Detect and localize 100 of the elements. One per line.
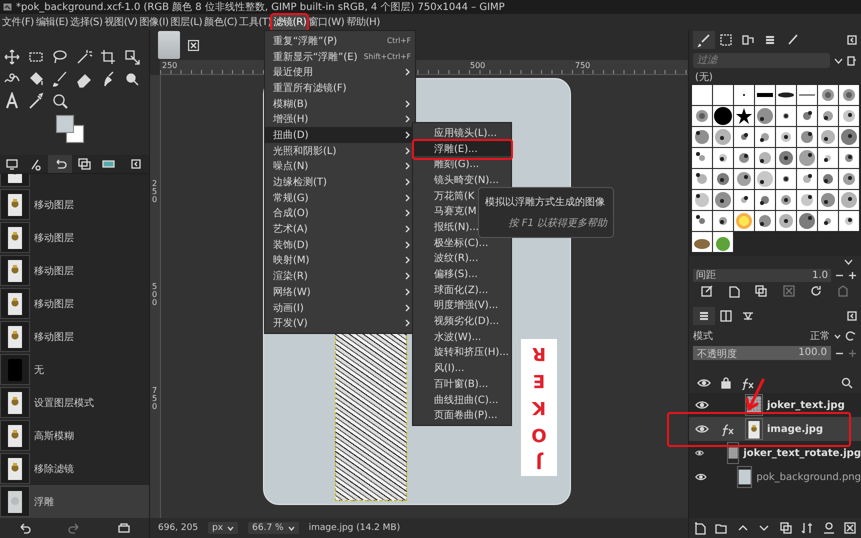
history-item[interactable]: 浮雕 [0, 485, 149, 518]
brush-preview[interactable] [713, 169, 733, 189]
mask-icon[interactable] [822, 521, 836, 535]
brush-preview[interactable] [755, 148, 775, 168]
brush-preview[interactable] [776, 211, 796, 231]
brush-preview[interactable] [839, 148, 859, 168]
brush-preview[interactable] [818, 211, 838, 231]
brush-preview[interactable] [755, 85, 775, 105]
menu-item[interactable]: 模糊(B) [265, 96, 415, 112]
tab-menu-icon[interactable] [847, 35, 857, 45]
menu-item[interactable]: 帮助(H) [345, 14, 381, 30]
menu-item[interactable]: 渲染(R) [265, 268, 415, 284]
menu-item[interactable]: 选择(S) [69, 14, 104, 30]
brush-preview[interactable] [755, 190, 775, 210]
brush-preview[interactable] [839, 169, 859, 189]
brush-preview[interactable] [839, 85, 859, 105]
brush-preview[interactable] [692, 106, 712, 126]
history-item[interactable]: 无 [0, 353, 149, 386]
brush-preview[interactable] [692, 211, 712, 231]
dock-tab[interactable] [48, 155, 72, 173]
brush-preview[interactable] [734, 127, 754, 147]
lasso-icon[interactable] [51, 48, 69, 66]
brush-preview[interactable] [797, 169, 817, 189]
tag-icon[interactable] [847, 54, 857, 66]
menu-item[interactable]: 风(I)... [413, 360, 511, 376]
menu-item[interactable]: 极坐标(C)... [413, 234, 511, 250]
menu-item[interactable]: 文件(F) [1, 14, 35, 30]
menu-item[interactable]: 增强(H) [265, 111, 415, 128]
menu-item[interactable]: 动画(I) [265, 300, 415, 316]
brush-preview[interactable] [755, 127, 775, 147]
duplicate-icon[interactable] [754, 284, 768, 298]
brush-preview[interactable] [818, 169, 838, 189]
new-brush-icon[interactable] [726, 284, 741, 298]
brush-preview[interactable] [797, 85, 817, 105]
brush-preview[interactable] [839, 127, 859, 147]
spacing-field[interactable]: 间距 1.0 [693, 268, 831, 282]
history-item[interactable]: 移动图层 [0, 188, 149, 221]
brush-preview[interactable] [818, 190, 838, 210]
brush-preview[interactable] [692, 127, 712, 147]
filter-field[interactable]: 过滤 [693, 53, 830, 68]
zoom-dropdown[interactable]: 66.7 % [248, 522, 299, 534]
move-tool-icon[interactable] [3, 48, 21, 66]
menu-item[interactable]: 重置所有滤镜(F) [265, 80, 415, 96]
unit-dropdown[interactable]: px [208, 522, 238, 534]
open-as-image-icon[interactable] [836, 284, 850, 298]
history-item[interactable]: 高斯模糊 [0, 419, 149, 452]
transform-icon[interactable] [123, 48, 141, 66]
brush-preview[interactable] [692, 169, 712, 189]
menu-item[interactable]: 开发(V) [265, 315, 415, 332]
menu-item[interactable]: 最近使用 [265, 64, 415, 80]
layer-row[interactable]: joker_text_rotate.jpg [689, 441, 861, 465]
brush-preview[interactable] [755, 169, 775, 189]
menu-item[interactable]: 滤镜(R) [272, 14, 308, 30]
visibility-icon[interactable] [695, 423, 709, 435]
search-icon[interactable] [841, 377, 853, 389]
menu-item[interactable]: 编辑(E) [34, 14, 70, 30]
menu-item[interactable]: 球面化(Z)... [413, 282, 511, 298]
brush-preview[interactable] [818, 148, 838, 168]
menu-item[interactable]: 颜色(C) [203, 14, 238, 30]
menu-item[interactable]: 边缘检测(T) [265, 174, 415, 190]
menu-item[interactable]: 应用镜头(L)... [413, 125, 511, 141]
clear-history-icon[interactable] [117, 522, 132, 534]
text-tool-icon[interactable] [3, 92, 21, 110]
history-item[interactable]: 移动图层 [0, 221, 149, 254]
delete-brush-icon[interactable] [782, 284, 796, 298]
brush-preview[interactable] [776, 169, 796, 189]
menu-item[interactable]: 明度增强(V)... [413, 298, 511, 314]
brush-preview[interactable] [818, 106, 838, 126]
plus-icon[interactable] [848, 270, 857, 280]
brush-preview[interactable] [818, 127, 838, 147]
brush-preview[interactable] [776, 127, 796, 147]
menu-item[interactable]: 光照和阴影(L) [265, 142, 415, 158]
menu-item[interactable]: 合成(O) [265, 206, 415, 222]
zoom-tool-icon[interactable] [51, 92, 69, 110]
dock-tab[interactable] [693, 31, 715, 49]
brush-preview[interactable] [713, 211, 733, 231]
refresh-icon[interactable] [808, 284, 823, 298]
brush-preview[interactable] [776, 106, 796, 126]
visibility-icon[interactable] [695, 399, 709, 411]
brush-preview[interactable] [797, 190, 817, 210]
crop-icon[interactable] [99, 48, 117, 66]
color-swatches[interactable] [56, 115, 83, 142]
menu-item[interactable]: 扭曲(D) [265, 127, 415, 143]
menu-item[interactable]: 图像(I) [138, 14, 170, 30]
menu-item[interactable]: 噪点(N) [265, 158, 415, 174]
eyedropper-icon[interactable] [27, 92, 45, 110]
brush-preview[interactable] [776, 85, 796, 105]
menu-item[interactable]: 常规(G) [265, 190, 415, 206]
menu-item[interactable]: 波纹(R)... [413, 250, 511, 266]
menu-item[interactable]: 窗口(W) [307, 14, 346, 30]
history-item[interactable]: 移动图层 [0, 287, 149, 320]
dock-tab[interactable] [693, 307, 715, 325]
new-layer-icon[interactable] [692, 521, 707, 535]
menu-item[interactable]: 艺术(A) [265, 221, 415, 237]
brush-preview[interactable] [818, 85, 838, 105]
brush-preview[interactable] [839, 211, 859, 231]
history-item[interactable]: 移除滤镜 [0, 452, 149, 485]
visibility-icon[interactable] [695, 471, 707, 483]
brush-preview[interactable] [734, 190, 754, 210]
caret-icon[interactable] [834, 58, 843, 64]
